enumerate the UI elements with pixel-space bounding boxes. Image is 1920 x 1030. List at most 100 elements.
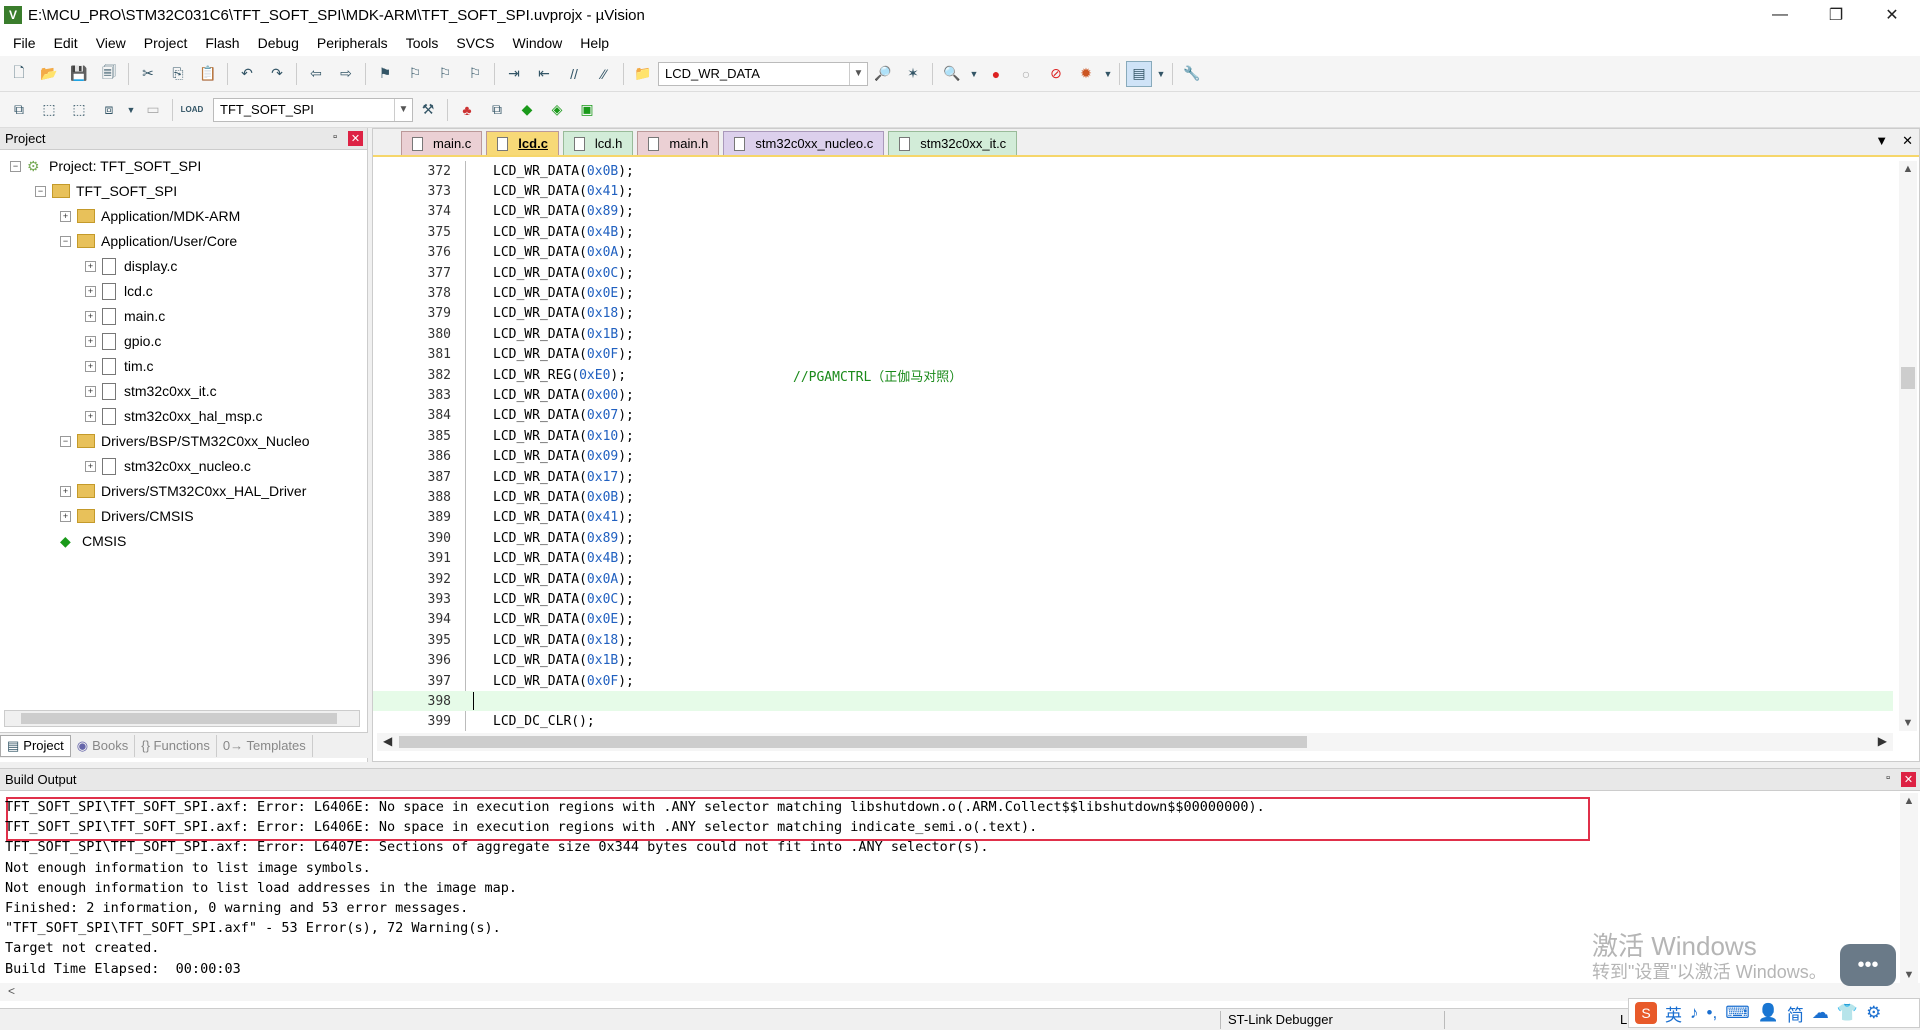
code-line[interactable]: 374 LCD_WR_DATA(0x89); bbox=[373, 202, 1893, 222]
expand-icon[interactable]: + bbox=[85, 360, 96, 372]
code-line[interactable]: 379 LCD_WR_DATA(0x18); bbox=[373, 304, 1893, 324]
tree-item[interactable]: + Application/MDK-ARM bbox=[60, 206, 240, 226]
code-line[interactable]: 386 LCD_WR_DATA(0x09); bbox=[373, 447, 1893, 467]
scroll-left-icon[interactable]: ◀ bbox=[383, 734, 392, 748]
breakpoint-kill-all-icon[interactable]: ✹ bbox=[1073, 61, 1099, 87]
expand-icon[interactable]: + bbox=[85, 410, 96, 422]
menu-debug[interactable]: Debug bbox=[249, 35, 308, 51]
breakpoint-insert-icon[interactable]: ● bbox=[983, 61, 1009, 87]
editor-tab-it-c[interactable]: stm32c0xx_it.c bbox=[888, 131, 1018, 155]
code-line[interactable]: 388 LCD_WR_DATA(0x0B); bbox=[373, 487, 1893, 507]
code-line[interactable]: 381 LCD_WR_DATA(0x0F); bbox=[373, 345, 1893, 365]
nav-forward-icon[interactable]: ⇨ bbox=[333, 61, 359, 87]
code-line[interactable]: 399 LCD_DC_CLR(); bbox=[373, 712, 1893, 731]
code-line[interactable]: 385 LCD_WR_DATA(0x10); bbox=[373, 426, 1893, 446]
tree-item[interactable]: − Drivers/BSP/STM32C0xx_Nucleo bbox=[60, 431, 310, 451]
editor-tab-lcd-c[interactable]: lcd.c bbox=[486, 131, 559, 155]
tree-item[interactable]: + stm32c0xx_nucleo.c bbox=[85, 456, 251, 476]
tree-item[interactable]: + main.c bbox=[85, 306, 165, 326]
scrollbar-thumb[interactable] bbox=[21, 713, 337, 724]
code-line[interactable]: 397 LCD_WR_DATA(0x0F); bbox=[373, 671, 1893, 691]
save-icon[interactable]: 💾 bbox=[66, 61, 92, 87]
close-icon[interactable]: ✕ bbox=[1901, 772, 1916, 787]
window-layout-icon[interactable]: ▤ bbox=[1126, 60, 1152, 87]
chevron-down-icon[interactable]: ▼ bbox=[394, 98, 412, 121]
menu-edit[interactable]: Edit bbox=[45, 35, 87, 51]
chevron-down-icon[interactable]: ▼ bbox=[969, 61, 979, 87]
bookmark-icon[interactable]: ⚑ bbox=[372, 61, 398, 87]
menu-project[interactable]: Project bbox=[135, 35, 197, 51]
build-icon[interactable]: ⬚ bbox=[36, 97, 62, 123]
expand-icon[interactable]: + bbox=[85, 460, 96, 472]
manage-runtime-icon[interactable]: ◆ bbox=[514, 97, 540, 123]
incremental-find-icon[interactable]: ✶ bbox=[900, 61, 926, 87]
find-icon[interactable]: 🔎 bbox=[870, 61, 896, 87]
build-vscroll[interactable]: ▲ ▼ bbox=[1900, 793, 1918, 983]
expand-icon[interactable]: + bbox=[85, 385, 96, 397]
undo-icon[interactable]: ↶ bbox=[234, 61, 260, 87]
comment-icon[interactable]: // bbox=[561, 61, 587, 87]
expand-icon[interactable]: + bbox=[85, 285, 96, 297]
code-line[interactable]: 389 LCD_WR_DATA(0x41); bbox=[373, 508, 1893, 528]
code-line[interactable]: 394 LCD_WR_DATA(0x0E); bbox=[373, 610, 1893, 630]
ime-keyboard-icon[interactable]: ⌨ bbox=[1725, 1003, 1750, 1023]
code-line[interactable]: 390 LCD_WR_DATA(0x89); bbox=[373, 528, 1893, 548]
target-combo[interactable]: TFT_SOFT_SPI ▼ bbox=[213, 97, 413, 122]
code-line[interactable]: 382 LCD_WR_REG(0xE0); //PGAMCTRL（正伽马对照） bbox=[373, 365, 1893, 385]
collapse-icon[interactable]: − bbox=[60, 435, 71, 447]
indent-icon[interactable]: ⇥ bbox=[501, 61, 527, 87]
editor-tab-lcd-h[interactable]: lcd.h bbox=[562, 131, 634, 155]
code-line[interactable]: 378 LCD_WR_DATA(0x0E); bbox=[373, 283, 1893, 303]
code-line[interactable]: 384 LCD_WR_DATA(0x07); bbox=[373, 406, 1893, 426]
menu-window[interactable]: Window bbox=[504, 35, 572, 51]
scroll-down-icon[interactable]: ▼ bbox=[1899, 717, 1917, 729]
pin-icon[interactable]: ▫ bbox=[333, 131, 337, 143]
code-line[interactable]: 376 LCD_WR_DATA(0x0A); bbox=[373, 243, 1893, 263]
select-packs-icon[interactable]: ⧉ bbox=[484, 97, 510, 123]
build-output-line[interactable]: Build Time Elapsed: 00:00:03 bbox=[5, 959, 241, 979]
code-line[interactable]: 396 LCD_WR_DATA(0x1B); bbox=[373, 651, 1893, 671]
ime-punctuation-icon[interactable]: •, bbox=[1707, 1003, 1718, 1023]
manage-project-items-icon[interactable]: ♣ bbox=[454, 97, 480, 123]
tab-functions[interactable]: {} Functions bbox=[135, 734, 217, 757]
editor-hscroll[interactable]: ◀ ▶ bbox=[377, 733, 1893, 751]
build-output-line[interactable]: Finished: 2 information, 0 warning and 5… bbox=[5, 898, 468, 918]
build-output-line[interactable]: Not enough information to list image sym… bbox=[5, 858, 371, 878]
menu-tools[interactable]: Tools bbox=[397, 35, 448, 51]
build-error-line[interactable]: TFT_SOFT_SPI\TFT_SOFT_SPI.axf: Error: L6… bbox=[5, 837, 988, 857]
unindent-icon[interactable]: ⇤ bbox=[531, 61, 557, 87]
breakpoint-disable-icon[interactable]: ○ bbox=[1013, 61, 1039, 87]
restore-button[interactable]: ❐ bbox=[1808, 0, 1864, 30]
batch-build-icon[interactable]: ⧈ bbox=[96, 97, 122, 123]
menu-svcs[interactable]: SVCS bbox=[447, 35, 503, 51]
chevron-down-icon[interactable]: ▼ bbox=[1103, 61, 1113, 87]
chevron-down-icon[interactable]: ▼ bbox=[1156, 61, 1166, 87]
code-editor[interactable]: 372 LCD_WR_DATA(0x0B); 373 LCD_WR_DATA(0x41… bbox=[373, 161, 1893, 731]
tree-item[interactable]: ◆ CMSIS bbox=[60, 531, 126, 551]
pack-installer-box-icon[interactable]: ▣ bbox=[574, 97, 600, 123]
menu-peripherals[interactable]: Peripherals bbox=[308, 35, 397, 51]
pack-installer-icon[interactable]: ◈ bbox=[544, 97, 570, 123]
expand-icon[interactable]: + bbox=[85, 310, 96, 322]
build-error-line[interactable]: TFT_SOFT_SPI\TFT_SOFT_SPI.axf: Error: L6… bbox=[5, 797, 1265, 817]
bookmark-prev-icon[interactable]: ⚐ bbox=[402, 61, 428, 87]
tree-item[interactable]: + display.c bbox=[85, 256, 177, 276]
debug-session-icon[interactable]: 🔍 bbox=[939, 61, 965, 87]
code-line[interactable]: 380 LCD_WR_DATA(0x1B); bbox=[373, 324, 1893, 344]
expand-icon[interactable]: + bbox=[60, 210, 71, 222]
tree-item[interactable]: + tim.c bbox=[85, 356, 154, 376]
open-folder-icon[interactable]: 📂 bbox=[36, 61, 62, 87]
close-button[interactable]: ✕ bbox=[1864, 0, 1920, 30]
menu-help[interactable]: Help bbox=[571, 35, 618, 51]
scrollbar-thumb[interactable] bbox=[1901, 367, 1915, 389]
build-output-line[interactable]: "TFT_SOFT_SPI\TFT_SOFT_SPI.axf" - 53 Err… bbox=[5, 918, 501, 938]
expand-icon[interactable]: + bbox=[85, 260, 96, 272]
tree-item[interactable]: − Application/User/Core bbox=[60, 231, 237, 251]
expand-icon[interactable]: + bbox=[60, 510, 71, 522]
sogou-logo-icon[interactable]: S bbox=[1635, 1002, 1657, 1024]
tab-books[interactable]: ◉ Books bbox=[71, 734, 136, 757]
stop-build-icon[interactable]: ▭ bbox=[140, 97, 166, 123]
build-output-line[interactable]: Not enough information to list load addr… bbox=[5, 878, 517, 898]
rebuild-icon[interactable]: ⬚ bbox=[66, 97, 92, 123]
new-file-icon[interactable]: 🗋 bbox=[6, 61, 32, 87]
